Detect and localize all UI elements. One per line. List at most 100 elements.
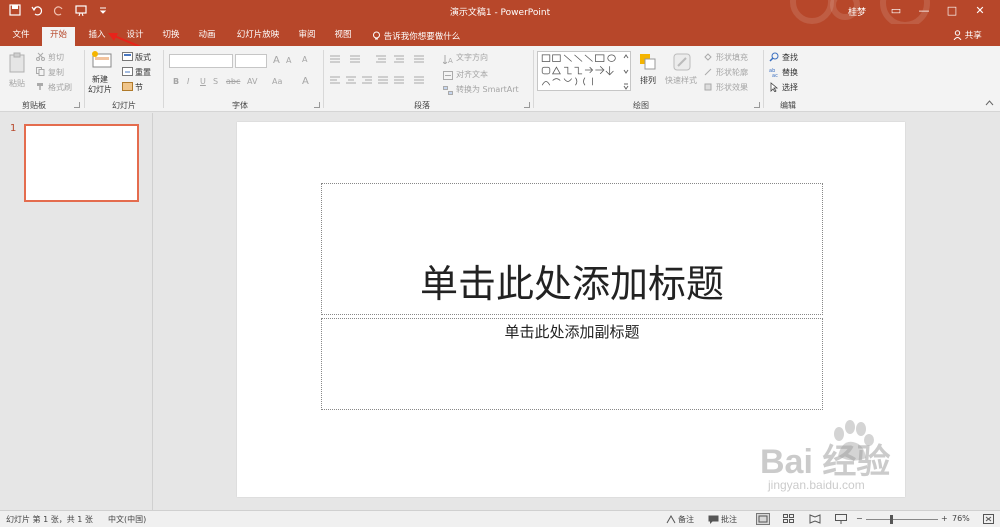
- list-icon[interactable]: [330, 54, 440, 64]
- copy-button[interactable]: 复制: [48, 67, 64, 78]
- group-divider: [323, 50, 324, 108]
- tab-file[interactable]: 文件: [10, 28, 32, 46]
- reset-button[interactable]: 重置: [135, 67, 151, 78]
- format-painter-button[interactable]: 格式刷: [48, 82, 72, 93]
- paragraph-group-label: 段落: [414, 101, 430, 110]
- zoom-level[interactable]: 76%: [952, 514, 970, 523]
- minimize-button[interactable]: —: [914, 2, 934, 20]
- font-name-combo[interactable]: [169, 54, 233, 68]
- shape-outline-button[interactable]: 形状轮廓: [716, 67, 748, 78]
- paste-button[interactable]: 粘贴: [9, 78, 25, 89]
- shape-fill-button[interactable]: 形状填充: [716, 52, 748, 63]
- tab-view[interactable]: 视图: [332, 28, 354, 46]
- title-placeholder-text: 单击此处添加标题: [419, 262, 724, 306]
- normal-view-icon[interactable]: [756, 513, 770, 525]
- dialog-launcher-icon[interactable]: [524, 102, 530, 108]
- new-slide-icon[interactable]: [91, 50, 113, 70]
- tell-me-box[interactable]: 告诉我你想要做什么: [372, 30, 460, 42]
- font-color-button[interactable]: A: [302, 76, 309, 87]
- ribbon-options-icon[interactable]: ▭: [886, 2, 906, 20]
- notes-button[interactable]: 备注: [678, 514, 694, 525]
- fit-to-window-icon[interactable]: [983, 514, 994, 524]
- tab-animations[interactable]: 动画: [196, 28, 218, 46]
- paste-icon[interactable]: [8, 52, 28, 74]
- slide-thumbnail-pane: 1: [0, 113, 153, 510]
- align-icon[interactable]: [330, 76, 440, 86]
- lightbulb-icon: [373, 31, 380, 40]
- group-divider: [163, 50, 164, 108]
- person-icon: [953, 30, 962, 41]
- dialog-launcher-icon[interactable]: [754, 102, 760, 108]
- italic-button[interactable]: I: [187, 77, 189, 86]
- text-direction-button[interactable]: 文字方向: [456, 52, 488, 63]
- format-painter-icon: [37, 83, 43, 90]
- align-text-button[interactable]: 对齐文本: [456, 69, 488, 80]
- cut-button[interactable]: 剪切: [48, 52, 64, 63]
- quick-styles-button[interactable]: 快速样式: [665, 75, 697, 86]
- close-button[interactable]: ✕: [970, 2, 990, 20]
- zoom-out-button[interactable]: −: [856, 514, 863, 523]
- watermark-brand: Bai 经验: [760, 443, 891, 481]
- arrange-icon[interactable]: [638, 52, 658, 72]
- share-button[interactable]: 共享: [953, 29, 982, 41]
- ribbon-tabs: 文件 开始 插入 设计 切换 动画 幻灯片放映 审阅 视图 告诉我你想要做什么 …: [0, 24, 1000, 46]
- reset-icon: [122, 67, 133, 76]
- shrink-font-button[interactable]: A: [286, 56, 291, 65]
- language-indicator[interactable]: 中文(中国): [108, 514, 146, 525]
- zoom-slider[interactable]: [866, 519, 938, 520]
- find-button[interactable]: 查找: [782, 52, 798, 63]
- new-slide-dropdown[interactable]: 幻灯片: [88, 84, 112, 95]
- ribbon: 粘贴 剪切 复制 格式刷 剪贴板 新建 幻灯片 版式 重置 节 幻灯片 A A …: [0, 46, 1000, 112]
- char-spacing-button[interactable]: AV: [247, 77, 257, 86]
- section-button[interactable]: 节: [135, 82, 143, 93]
- select-button[interactable]: 选择: [782, 82, 798, 93]
- svg-text:ac: ac: [772, 73, 778, 77]
- tab-slideshow[interactable]: 幻灯片放映: [234, 28, 282, 46]
- subtitle-placeholder[interactable]: 单击此处添加副标题: [321, 318, 823, 410]
- underline-button[interactable]: U: [200, 77, 206, 86]
- shape-effects-button[interactable]: 形状效果: [716, 82, 748, 93]
- grow-font-button[interactable]: A: [273, 55, 280, 66]
- title-placeholder[interactable]: 单击此处添加标题: [321, 183, 823, 315]
- replace-button[interactable]: 替换: [782, 67, 798, 78]
- align-text-icon: [443, 71, 453, 80]
- bold-button[interactable]: B: [173, 77, 179, 86]
- text-direction-icon: A: [443, 55, 453, 64]
- notes-icon: [666, 515, 676, 524]
- copy-icon: [36, 67, 45, 76]
- change-case-button[interactable]: Aa: [272, 77, 282, 86]
- font-size-combo[interactable]: [235, 54, 267, 68]
- convert-smartart-button[interactable]: 转换为 SmartArt: [456, 84, 519, 95]
- shapes-gallery[interactable]: [537, 51, 631, 91]
- font-group-label: 字体: [232, 101, 248, 110]
- shadow-button[interactable]: S: [213, 77, 218, 86]
- slideshow-view-icon[interactable]: [835, 514, 847, 524]
- restore-button[interactable]: □: [942, 2, 962, 20]
- tab-review[interactable]: 审阅: [296, 28, 318, 46]
- smartart-icon: [443, 86, 453, 95]
- comments-button[interactable]: 批注: [721, 514, 737, 525]
- group-divider: [84, 50, 85, 108]
- gallery-scroll-icon[interactable]: [622, 52, 630, 90]
- reading-view-icon[interactable]: [809, 514, 821, 524]
- user-name[interactable]: 桂梦: [848, 5, 866, 18]
- replace-icon: abac: [769, 68, 778, 77]
- section-icon: [122, 82, 133, 91]
- dialog-launcher-icon[interactable]: [74, 102, 80, 108]
- group-divider: [533, 50, 534, 108]
- zoom-in-button[interactable]: +: [941, 514, 948, 523]
- collapse-ribbon-icon[interactable]: [985, 100, 994, 106]
- dialog-launcher-icon[interactable]: [314, 102, 320, 108]
- arrange-button[interactable]: 排列: [640, 75, 656, 86]
- slide-thumbnail[interactable]: [24, 124, 139, 202]
- quick-styles-icon[interactable]: [672, 52, 692, 72]
- strikethrough-button[interactable]: abc: [226, 77, 240, 86]
- slide-sorter-icon[interactable]: [783, 514, 795, 524]
- tab-transitions[interactable]: 切换: [160, 28, 182, 46]
- clear-format-button[interactable]: A: [302, 55, 307, 64]
- shape-fill-icon: [704, 53, 712, 61]
- zoom-slider-thumb[interactable]: [890, 515, 893, 524]
- status-bar: 幻灯片 第 1 张，共 1 张 中文(中国) 备注 批注 − + 76%: [0, 510, 1000, 527]
- tab-home[interactable]: 开始: [42, 27, 76, 46]
- layout-button[interactable]: 版式: [135, 52, 151, 63]
